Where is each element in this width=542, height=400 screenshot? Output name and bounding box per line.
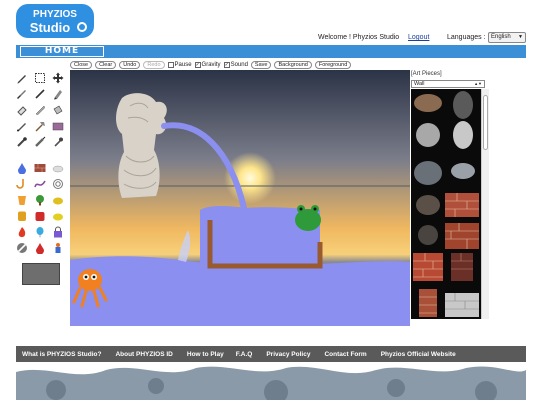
drawing-canvas[interactable] [70, 70, 410, 326]
languages-label: Languages : [447, 34, 486, 41]
lock-icon[interactable] [52, 226, 64, 238]
spiral-icon[interactable] [52, 178, 64, 190]
cloud-icon[interactable] [52, 162, 64, 174]
bucket-icon[interactable] [52, 104, 64, 116]
footer-nav: What is PHYZIOS Studio? About PHYZIOS ID H… [16, 346, 526, 362]
rope-icon[interactable] [34, 178, 46, 190]
background-button[interactable]: Background [274, 61, 312, 69]
art-piece-brick-8[interactable] [445, 193, 479, 217]
phyzios-studio-logo[interactable]: PHYZIOS Studio [16, 4, 94, 38]
apple-icon[interactable] [34, 210, 46, 222]
pause-box[interactable] [167, 62, 174, 68]
knife-icon[interactable] [34, 104, 46, 116]
art-piece-rock-5[interactable] [414, 161, 442, 185]
marker-icon[interactable] [52, 88, 64, 100]
pause-checkbox[interactable]: Pause [167, 62, 192, 68]
welcome-text: Welcome ! Phyzios Studio [318, 34, 400, 41]
clear-button[interactable]: Clear [95, 61, 117, 69]
art-piece-stone-7[interactable] [416, 195, 440, 215]
fire-icon[interactable] [16, 226, 28, 238]
foliage-icon[interactable] [52, 194, 64, 206]
tree-icon[interactable] [34, 194, 46, 206]
art-piece-brick-11[interactable] [413, 253, 443, 281]
footer-link[interactable]: About PHYZIOS ID [115, 351, 172, 358]
line-icon[interactable] [34, 88, 46, 100]
no-entry-icon[interactable] [16, 242, 28, 254]
art-piece-rock-4[interactable] [453, 121, 473, 149]
color-swatch[interactable] [22, 263, 60, 285]
eraser-icon[interactable] [16, 104, 28, 116]
dropper-icon[interactable] [16, 136, 28, 148]
gravity-box[interactable]: ✓ [194, 62, 201, 68]
art-piece-rock-6[interactable] [451, 163, 475, 179]
hook-icon[interactable] [16, 178, 28, 190]
footer-link[interactable]: What is PHYZIOS Studio? [22, 351, 101, 358]
undo-button[interactable]: Undo [119, 61, 141, 69]
redo-button[interactable]: Redo [143, 61, 165, 69]
logout-link[interactable]: Logout [408, 34, 429, 41]
foreground-button[interactable]: Foreground [314, 61, 352, 69]
art-piece-wall-12[interactable] [451, 253, 473, 281]
water-drop-icon[interactable] [16, 162, 28, 174]
axe-icon[interactable] [34, 120, 46, 132]
move-icon[interactable] [52, 72, 64, 84]
sound-label: Sound [230, 62, 248, 68]
language-selected: English [491, 34, 511, 40]
cup-icon[interactable] [16, 194, 28, 206]
logo-line2: Studio [30, 20, 70, 35]
art-panel-scrollbar[interactable] [481, 89, 489, 319]
close-button[interactable]: Close [70, 61, 93, 69]
brush-icon[interactable] [16, 88, 28, 100]
art-piece-stone-9[interactable] [418, 225, 438, 245]
drop-icon[interactable] [34, 242, 46, 254]
editor-toolbar: Close Clear Undo Redo Pause ✓ Gravity ✓ … [70, 60, 352, 70]
gravity-checkbox[interactable]: ✓ Gravity [194, 62, 221, 68]
art-piece-rock-2[interactable] [453, 91, 473, 119]
sound-box[interactable]: ✓ [223, 62, 230, 68]
sponge-icon[interactable] [52, 210, 64, 222]
main-nav-bar: HOME [16, 45, 526, 58]
balloon-icon[interactable] [34, 226, 46, 238]
art-piece-stone-14[interactable] [445, 293, 479, 317]
gravity-label: Gravity [201, 62, 221, 68]
save-button[interactable]: Save [250, 61, 272, 69]
logo-line1: PHYZIOS [33, 9, 77, 20]
figure-icon[interactable] [52, 242, 64, 254]
art-panel-scroll-thumb[interactable] [483, 95, 488, 150]
art-piece-rock-3[interactable] [416, 123, 440, 147]
brick-icon[interactable] [34, 162, 46, 174]
language-select[interactable]: English ▼ [488, 32, 526, 43]
syringe-icon[interactable] [34, 136, 46, 148]
art-category-select[interactable]: Wall ▲▼ [411, 80, 485, 88]
footer-link[interactable]: Phyzios Official Website [381, 351, 456, 358]
sound-checkbox[interactable]: ✓ Sound [223, 62, 248, 68]
art-category-selected: Wall [414, 81, 425, 87]
pencil-icon[interactable] [16, 72, 28, 84]
home-tab[interactable]: HOME [20, 46, 104, 57]
footer-silhouette-decoration [16, 362, 526, 400]
chevron-down-icon: ▼ [518, 34, 523, 40]
art-piece-rock-1[interactable] [414, 94, 442, 112]
art-pieces-grid [411, 89, 481, 319]
footer-link[interactable]: F.A.Q [236, 351, 253, 358]
art-pieces-title: [Art Pieces] [411, 71, 442, 77]
art-piece-brick-13[interactable] [419, 289, 437, 317]
art-piece-brick-10[interactable] [445, 223, 479, 249]
pipette-icon[interactable] [52, 136, 64, 148]
pen-icon[interactable] [16, 120, 28, 132]
barrel-icon[interactable] [16, 210, 28, 222]
footer-link[interactable]: Privacy Policy [266, 351, 310, 358]
footer-link[interactable]: Contact Form [324, 351, 366, 358]
rectangle-icon[interactable] [52, 120, 64, 132]
select-rect-icon[interactable] [34, 72, 46, 84]
footer-link[interactable]: How to Play [187, 351, 224, 358]
pause-label: Pause [174, 62, 192, 68]
chevron-down-icon: ▲▼ [474, 81, 482, 86]
